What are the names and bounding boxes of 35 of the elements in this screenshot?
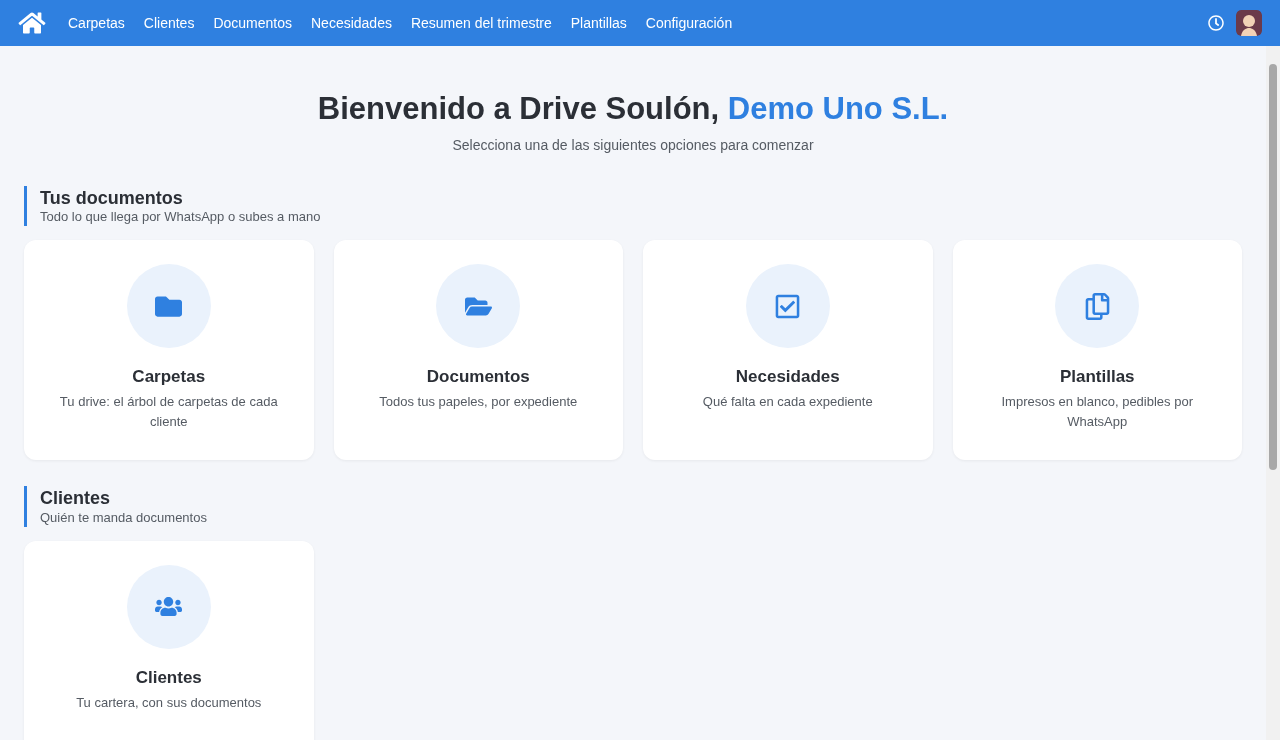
card-description: Todos tus papeles, por expediente [379,393,578,412]
card-description: Tu drive: el árbol de carpetas de cada cliente [58,393,279,432]
copy-icon [1083,292,1111,320]
clock-icon[interactable] [1208,15,1224,31]
card-description: Impresos en blanco, pedibles por WhatsApp [1000,393,1194,432]
avatar[interactable] [1236,10,1262,36]
card-description: Tu cartera, con sus documentos [76,693,262,712]
nav-link[interactable]: Plantillas [570,12,627,34]
nav-link[interactable]: Carpetas [68,12,125,34]
card-title: Clientes [135,666,202,689]
section-subtitle: Todo lo que llega por WhatsApp o subes a mano [40,209,322,226]
option-card[interactable]: Plantillas Impresos en blanco, pedibles por WhatsApp [952,240,1242,461]
home-icon[interactable] [18,11,46,35]
nav-link[interactable]: Clientes [143,12,195,34]
option-card[interactable]: Clientes Tu cartera, con sus documentos [24,540,314,740]
nav-link[interactable]: Configuración [645,12,733,34]
checkbox-icon [774,292,802,320]
scrollbar[interactable] [1266,46,1280,740]
option-card[interactable]: Necesidades Qué falta en cada expediente [643,240,933,461]
card-title: Carpetas [132,366,206,389]
card-description: Qué falta en cada expediente [702,393,873,412]
section-subtitle: Quién te manda documentos [40,509,208,526]
option-card[interactable]: Carpetas Tu drive: el árbol de carpetas de cada cliente [24,240,314,461]
scrollbar-thumb[interactable] [1269,64,1277,470]
card-title: Documentos [426,366,530,389]
nav-link[interactable]: Necesidades [311,12,392,34]
section-title: Clientes [40,487,112,510]
card-title: Plantillas [1059,366,1135,389]
welcome-subtitle: Selecciona una de las siguientes opciones para comenzar [452,135,814,155]
nav-link[interactable]: Resumen del trimestre [410,12,552,34]
card-title: Necesidades [735,366,840,389]
option-card[interactable]: Documentos Todos tus papeles, por expediente [333,240,623,461]
section-title: Tus documentos [40,186,184,210]
welcome-heading: Bienvenido a Drive Soulón, Demo Uno S.L. [317,90,949,128]
nav-link[interactable]: Documentos [213,12,292,34]
